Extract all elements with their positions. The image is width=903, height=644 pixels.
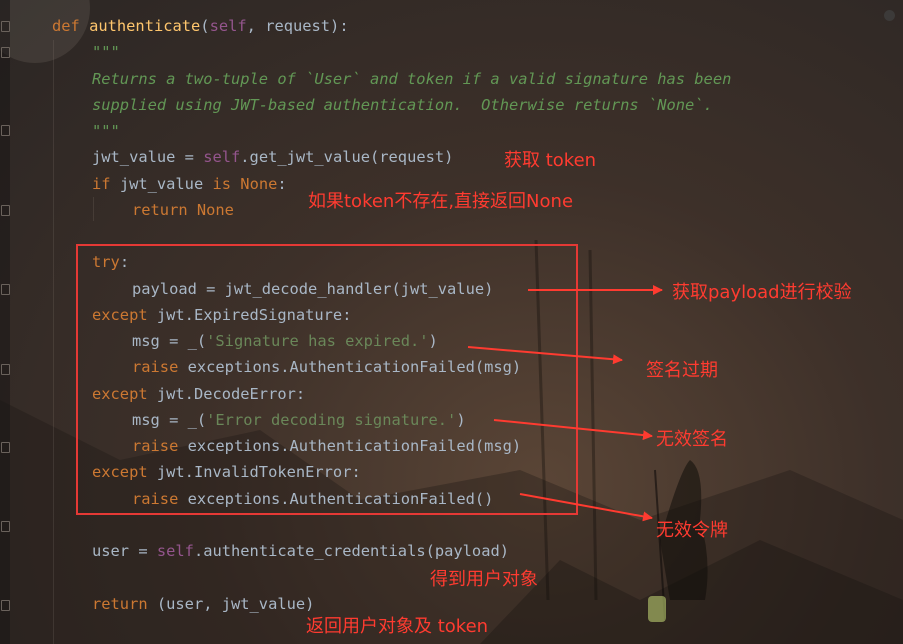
annotation-invalid-token: 无效令牌 — [656, 520, 728, 541]
annotation-token-missing: 如果token不存在,直接返回None — [308, 191, 574, 212]
annotation-invalid-signature: 无效签名 — [656, 429, 728, 450]
annotation-get-token: 获取 token — [504, 150, 597, 171]
annotation-get-user: 得到用户对象 — [430, 569, 538, 590]
arrow-invalid-signature — [493, 419, 653, 441]
arrow-invalid-token — [519, 493, 653, 522]
annotation-return-user-token: 返回用户对象及 token — [306, 616, 489, 637]
arrow-signature-expired — [467, 346, 623, 365]
annotation-validate-payload: 获取payload进行校验 — [672, 282, 852, 303]
annotation-signature-expired: 签名过期 — [646, 360, 718, 381]
code-editor[interactable]: def authenticate(self, request): """ Ret… — [0, 0, 903, 644]
annotation-arrows — [467, 285, 663, 522]
